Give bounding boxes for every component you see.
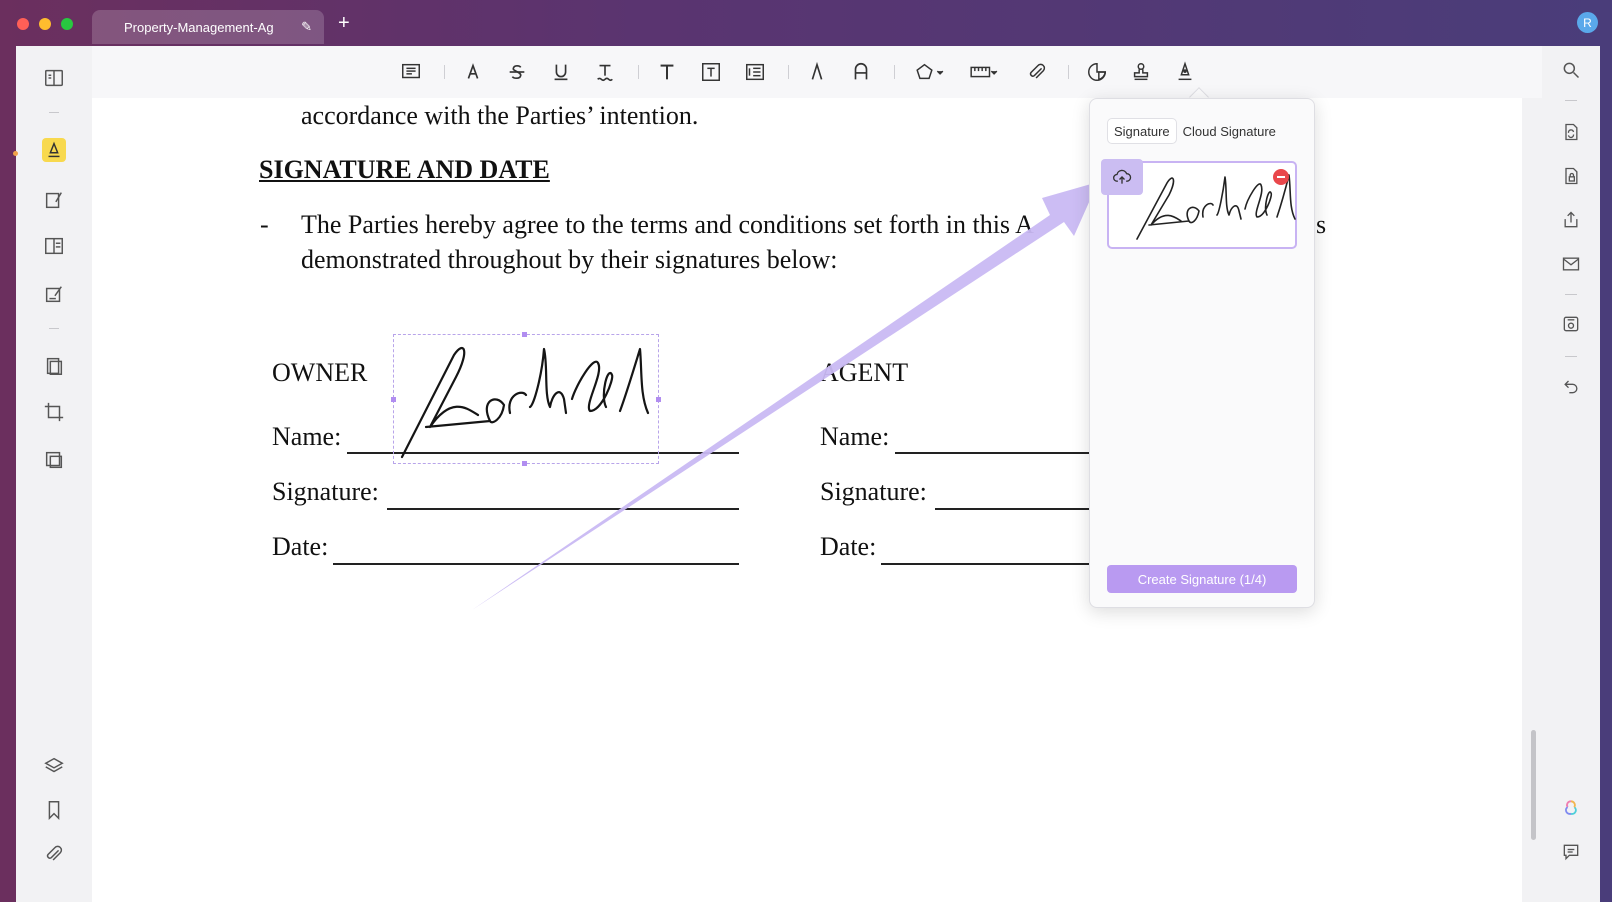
cloud-upload-icon (1113, 169, 1132, 184)
sticker-icon[interactable] (1084, 59, 1110, 85)
close-window-button[interactable] (17, 18, 29, 30)
resize-handle[interactable] (522, 461, 527, 466)
signature-icon[interactable] (1172, 59, 1198, 85)
sidebar-divider (1565, 100, 1577, 101)
signature-tabs: Signature Cloud Signature (1107, 118, 1282, 144)
tab-signature[interactable]: Signature (1107, 118, 1177, 144)
owner-signature-line[interactable] (387, 508, 739, 510)
ocr-convert-icon[interactable] (1559, 120, 1583, 144)
agent-signature-line[interactable] (935, 508, 1089, 510)
measure-dropdown-icon[interactable] (966, 59, 1002, 85)
attachment-icon[interactable] (42, 842, 66, 866)
user-avatar[interactable]: R (1577, 12, 1598, 33)
stamp-icon[interactable] (1128, 59, 1154, 85)
right-sidebar (1542, 46, 1600, 902)
toolbar-divider (638, 65, 639, 79)
minus-icon (1277, 176, 1285, 178)
left-sidebar (13, 46, 92, 902)
toolbar-divider (444, 65, 445, 79)
document-tab[interactable]: Property-Management-Ag ✎ (92, 10, 324, 44)
new-tab-button[interactable]: + (338, 13, 350, 33)
agent-signature-label: Signature: (820, 477, 927, 506)
agent-name-label: Name: (820, 422, 890, 451)
sidebar-divider (1565, 294, 1577, 295)
highlighter-icon[interactable] (460, 59, 486, 85)
sidebar-divider (1565, 356, 1577, 357)
minimize-window-button[interactable] (39, 18, 51, 30)
save-icon[interactable] (1559, 312, 1583, 336)
bookmark-icon[interactable] (42, 798, 66, 822)
vertical-scrollbar[interactable] (1531, 730, 1536, 840)
paragraph-line: demonstrated throughout by their signatu… (301, 245, 838, 274)
resize-handle[interactable] (391, 397, 396, 402)
signature-popover: Signature Cloud Signature Create Signatu… (1089, 98, 1315, 608)
owner-date-line[interactable] (333, 563, 739, 565)
sidebar-divider (49, 328, 59, 329)
strikethrough-icon[interactable] (504, 59, 530, 85)
signature-drawing-image (400, 347, 650, 459)
saved-signature-card[interactable] (1101, 159, 1297, 249)
form-icon[interactable] (42, 234, 66, 258)
ai-assistant-icon[interactable] (1559, 796, 1583, 820)
squiggly-icon[interactable] (592, 59, 618, 85)
owner-signature-label: Signature: (272, 477, 379, 506)
fill-sign-icon[interactable] (42, 282, 66, 306)
rename-pencil-icon[interactable]: ✎ (301, 19, 312, 35)
sidebar-divider (49, 112, 59, 113)
active-indicator-dot (13, 151, 18, 156)
reader-mode-icon[interactable] (42, 66, 66, 90)
pencil-icon[interactable] (804, 59, 830, 85)
toolbar-divider (1068, 65, 1069, 79)
text-icon[interactable] (654, 59, 680, 85)
title-bar: Property-Management-Ag ✎ + R (0, 0, 1612, 46)
owner-label: OWNER (272, 358, 368, 387)
owner-name-label: Name: (272, 422, 342, 451)
comment-highlighter-icon[interactable] (42, 138, 66, 162)
agent-date-label: Date: (820, 532, 877, 561)
tab-cloud-signature[interactable]: Cloud Signature (1177, 118, 1282, 144)
agent-name-line[interactable] (895, 452, 1089, 454)
paragraph-line: The Parties hereby agree to the terms an… (301, 210, 1034, 239)
mail-icon[interactable] (1559, 252, 1583, 276)
list-dash: - (260, 210, 269, 239)
note-icon[interactable] (398, 59, 424, 85)
owner-date-label: Date: (272, 532, 329, 561)
maximize-window-button[interactable] (61, 18, 73, 30)
paragraph-line: accordance with the Parties’ intention. (301, 101, 699, 130)
toolbar-divider (894, 65, 895, 79)
organize-pages-icon[interactable] (42, 354, 66, 378)
undo-icon[interactable] (1559, 374, 1583, 398)
tab-title: Property-Management-Ag (124, 19, 274, 35)
delete-signature-button[interactable] (1273, 169, 1289, 185)
shape-dropdown-icon[interactable] (912, 59, 948, 85)
create-signature-button[interactable]: Create Signature (1/4) (1107, 565, 1297, 593)
search-icon[interactable] (1559, 58, 1583, 82)
agent-label: AGENT (820, 358, 909, 387)
section-heading: SIGNATURE AND DATE (259, 155, 550, 184)
text-box-icon[interactable] (698, 59, 724, 85)
crop-icon[interactable] (42, 400, 66, 424)
underline-icon[interactable] (548, 59, 574, 85)
text-callout-icon[interactable] (742, 59, 768, 85)
toolbar-divider (788, 65, 789, 79)
protect-document-icon[interactable] (1559, 164, 1583, 188)
comments-panel-icon[interactable] (1559, 840, 1583, 864)
upload-to-cloud-button[interactable] (1101, 159, 1143, 195)
resize-handle[interactable] (522, 332, 527, 337)
edit-pdf-icon[interactable] (42, 188, 66, 212)
paperclip-icon[interactable] (1024, 59, 1050, 85)
layers-icon[interactable] (42, 754, 66, 778)
compress-icon[interactable] (42, 448, 66, 472)
share-icon[interactable] (1559, 208, 1583, 232)
eraser-icon[interactable] (848, 59, 874, 85)
annotation-toolbar (92, 46, 1542, 98)
paragraph-line-tail: s (1316, 210, 1327, 239)
resize-handle[interactable] (656, 397, 661, 402)
agent-date-line[interactable] (881, 563, 1089, 565)
placed-signature[interactable] (391, 332, 661, 466)
